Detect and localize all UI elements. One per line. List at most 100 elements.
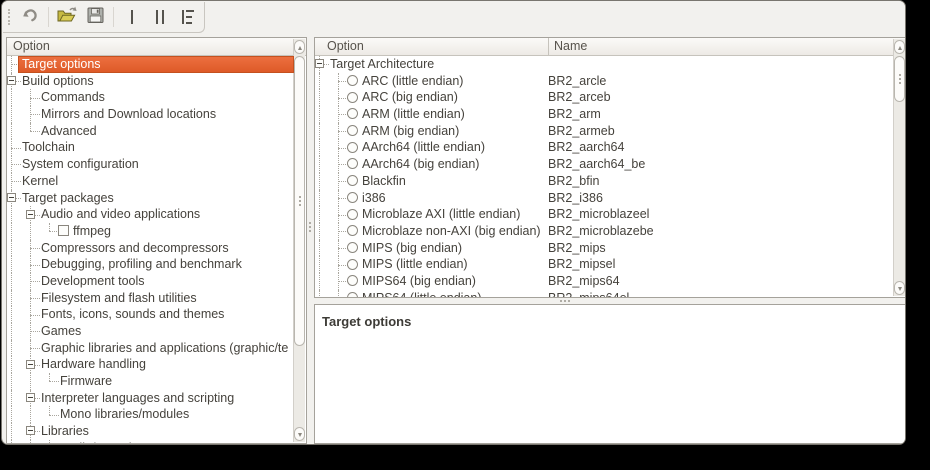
tree-row[interactable]: Audio/Sound bbox=[7, 440, 294, 443]
radio-button[interactable] bbox=[347, 75, 358, 86]
tree-item-label: Filesystem and flash utilities bbox=[41, 290, 197, 307]
radio-button[interactable] bbox=[347, 225, 358, 236]
config-list-panel: Option Name Target ArchitectureARC (litt… bbox=[314, 37, 906, 298]
undo-icon bbox=[20, 6, 40, 29]
option-column-header[interactable]: Option bbox=[321, 38, 549, 55]
tree-connector bbox=[30, 331, 40, 332]
right-scrollbar[interactable] bbox=[893, 39, 905, 296]
radio-button[interactable] bbox=[347, 125, 358, 136]
tree-item-label: MIPS64 (little endian) bbox=[362, 290, 482, 297]
radio-button[interactable] bbox=[347, 158, 358, 169]
open-button[interactable] bbox=[53, 4, 81, 30]
config-row[interactable]: ARM (big endian)BR2_armeb bbox=[315, 123, 894, 140]
scroll-down-button[interactable] bbox=[894, 281, 905, 295]
scroll-up-button[interactable] bbox=[894, 40, 905, 54]
radio-button[interactable] bbox=[347, 92, 358, 103]
radio-button[interactable] bbox=[347, 242, 358, 253]
config-row[interactable]: ARC (big endian)BR2_arceb bbox=[315, 89, 894, 106]
config-row[interactable]: MIPS (big endian)BR2_mips bbox=[315, 240, 894, 257]
tree-row[interactable]: Firmware bbox=[7, 373, 294, 390]
tree-row[interactable]: Filesystem and flash utilities bbox=[7, 290, 294, 307]
tree-connector bbox=[30, 248, 40, 249]
config-row[interactable]: i386BR2_i386 bbox=[315, 190, 894, 207]
config-row[interactable]: ARM (little endian)BR2_arm bbox=[315, 106, 894, 123]
tree-row[interactable]: Audio and video applications bbox=[7, 206, 294, 223]
vertical-splitter[interactable] bbox=[307, 37, 314, 444]
radio-button[interactable] bbox=[347, 292, 358, 297]
tree-item-label: Commands bbox=[41, 89, 105, 106]
collapse-expander[interactable] bbox=[26, 360, 35, 369]
name-column-header[interactable]: Name bbox=[549, 38, 906, 55]
config-row[interactable]: BlackfinBR2_bfin bbox=[315, 173, 894, 190]
config-row[interactable]: ARC (little endian)BR2_arcle bbox=[315, 73, 894, 90]
radio-button[interactable] bbox=[347, 175, 358, 186]
tree-item-label: System configuration bbox=[22, 156, 139, 173]
tree-row[interactable]: Toolchain bbox=[7, 139, 294, 156]
tree-item-label: Libraries bbox=[41, 423, 89, 440]
left-scrollbar[interactable] bbox=[293, 39, 305, 442]
split-view-button[interactable] bbox=[146, 4, 174, 30]
tree-row[interactable]: Kernel bbox=[7, 173, 294, 190]
undo-button[interactable] bbox=[16, 4, 44, 30]
tree-row[interactable]: Debugging, profiling and benchmark bbox=[7, 256, 294, 273]
config-row[interactable]: Microblaze AXI (little endian)BR2_microb… bbox=[315, 206, 894, 223]
tree-row[interactable]: Mono libraries/modules bbox=[7, 406, 294, 423]
collapse-expander[interactable] bbox=[26, 210, 35, 219]
tree-row[interactable]: System configuration bbox=[7, 156, 294, 173]
tree-connector bbox=[49, 381, 59, 382]
radio-button[interactable] bbox=[347, 209, 358, 220]
tree-row[interactable]: Commands bbox=[7, 89, 294, 106]
tree-row[interactable]: Interpreter languages and scripting bbox=[7, 390, 294, 407]
full-view-button[interactable] bbox=[174, 4, 202, 30]
config-row[interactable]: AArch64 (big endian)BR2_aarch64_be bbox=[315, 156, 894, 173]
left-column-header[interactable]: Option bbox=[7, 38, 306, 56]
tree-row[interactable]: Hardware handling bbox=[7, 356, 294, 373]
tree-item-label: Microblaze non-AXI (big endian) bbox=[362, 223, 541, 240]
scroll-down-button[interactable] bbox=[294, 427, 305, 441]
collapse-expander[interactable] bbox=[315, 59, 324, 68]
collapse-expander[interactable] bbox=[26, 426, 35, 435]
tree-item-label: Interpreter languages and scripting bbox=[41, 390, 234, 407]
collapse-expander[interactable] bbox=[7, 76, 16, 85]
tree-row[interactable]: Development tools bbox=[7, 273, 294, 290]
tree-guide-line bbox=[30, 440, 31, 443]
checkbox[interactable] bbox=[58, 225, 69, 236]
scroll-up-button[interactable] bbox=[294, 40, 305, 54]
tree-row[interactable]: Graphic libraries and applications (grap… bbox=[7, 340, 294, 357]
config-row[interactable]: MIPS (little endian)BR2_mipsel bbox=[315, 256, 894, 273]
tree-row[interactable]: Build options bbox=[7, 73, 294, 90]
radio-button[interactable] bbox=[347, 259, 358, 270]
config-row[interactable]: Target Architecture bbox=[315, 56, 894, 73]
config-row[interactable]: Microblaze non-AXI (big endian)BR2_micro… bbox=[315, 223, 894, 240]
save-button[interactable] bbox=[81, 4, 109, 30]
config-symbol-name: BR2_aarch64_be bbox=[548, 156, 645, 173]
tree-guide-line bbox=[11, 106, 12, 123]
config-row[interactable]: MIPS64 (big endian)BR2_mips64 bbox=[315, 273, 894, 290]
scrollbar-thumb[interactable] bbox=[894, 56, 905, 102]
config-symbol-name: BR2_arm bbox=[548, 106, 601, 123]
tree-row[interactable]: Mirrors and Download locations bbox=[7, 106, 294, 123]
radio-button[interactable] bbox=[347, 192, 358, 203]
tree-connector bbox=[30, 98, 40, 99]
tree-row[interactable]: Target packages bbox=[7, 190, 294, 207]
radio-button[interactable] bbox=[347, 108, 358, 119]
config-row[interactable]: MIPS64 (little endian)BR2_mips64el bbox=[315, 290, 894, 297]
single-view-button[interactable] bbox=[118, 4, 146, 30]
tree-row[interactable]: ffmpeg bbox=[7, 223, 294, 240]
radio-button[interactable] bbox=[347, 142, 358, 153]
tree-guide-line bbox=[319, 173, 320, 190]
tree-row[interactable]: Compressors and decompressors bbox=[7, 240, 294, 257]
toolbar-grip[interactable] bbox=[8, 9, 13, 25]
tree-row[interactable]: Libraries bbox=[7, 423, 294, 440]
collapse-expander[interactable] bbox=[26, 393, 35, 402]
scrollbar-thumb[interactable] bbox=[294, 56, 305, 346]
tree-row[interactable]: Advanced bbox=[7, 123, 294, 140]
collapse-expander[interactable] bbox=[7, 193, 16, 202]
config-row[interactable]: AArch64 (little endian)BR2_aarch64 bbox=[315, 139, 894, 156]
radio-button[interactable] bbox=[347, 275, 358, 286]
tree-connector bbox=[338, 290, 339, 297]
tree-item-label: Blackfin bbox=[362, 173, 406, 190]
tree-row[interactable]: Target options bbox=[7, 56, 294, 73]
tree-row[interactable]: Games bbox=[7, 323, 294, 340]
tree-row[interactable]: Fonts, icons, sounds and themes bbox=[7, 306, 294, 323]
